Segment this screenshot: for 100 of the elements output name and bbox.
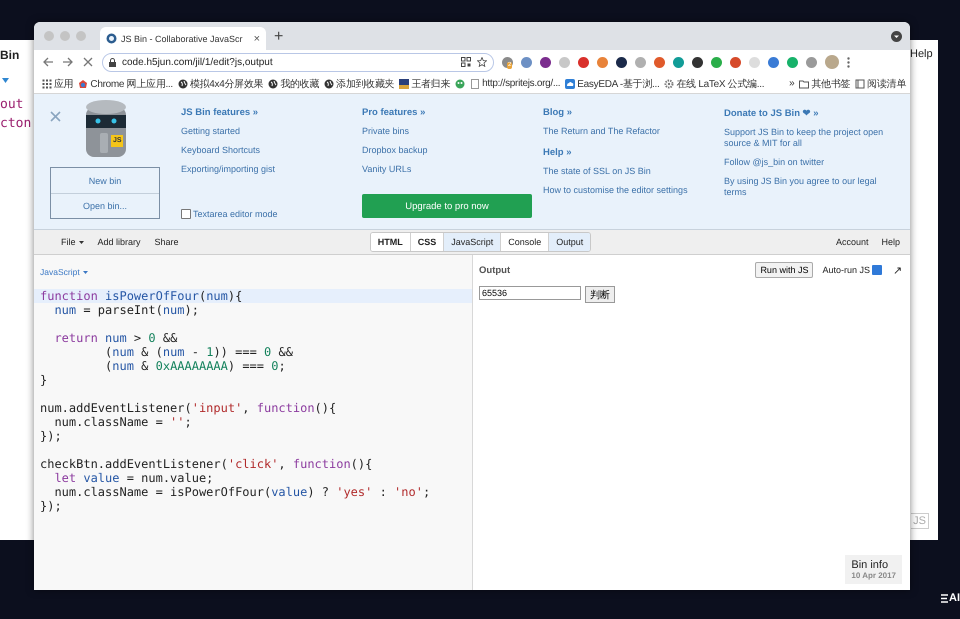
checkbox[interactable]: [181, 209, 191, 219]
close-icon[interactable]: [50, 111, 61, 122]
tab-close-button[interactable]: ×: [254, 32, 260, 44]
lock-icon: [109, 58, 116, 66]
bookmark-item[interactable]: 添加到收藏夹: [324, 76, 394, 90]
code-line: num.className = '';: [53, 415, 193, 429]
panel-link[interactable]: The state of SSL on JS Bin: [543, 166, 712, 177]
globe-icon: [324, 78, 334, 88]
panel-link[interactable]: Private bins: [362, 126, 531, 137]
toolbar-menu-item[interactable]: Add library: [98, 237, 141, 247]
code-line: (num & (num - 1)) === 0 &&: [104, 345, 294, 359]
bookmark-item[interactable]: 应用: [42, 76, 74, 90]
panel-link[interactable]: Vanity URLs: [362, 164, 531, 175]
bookmark-item[interactable]: http://spritejs.org/...: [470, 78, 560, 89]
checkbox[interactable]: [872, 265, 882, 275]
code-line: num = parseInt(num);: [53, 303, 200, 317]
section-heading[interactable]: Help »: [543, 147, 712, 158]
section-heading[interactable]: Pro features »: [362, 107, 531, 118]
monster-icon[interactable]: [455, 78, 466, 88]
panel-link[interactable]: How to customise the editor settings: [543, 185, 712, 196]
panel-link[interactable]: Follow @js_bin on twitter: [724, 157, 898, 168]
toolbar-link[interactable]: Help: [882, 237, 900, 247]
avatar-icon[interactable]: [825, 55, 839, 69]
bookmark-item[interactable]: 其他书签: [799, 76, 850, 90]
more-icon[interactable]: [847, 56, 850, 68]
input-field[interactable]: 65536: [479, 286, 581, 300]
code-line: }: [39, 373, 48, 387]
bookmark-item[interactable]: 阅读清单: [855, 76, 906, 90]
stop-icon[interactable]: [82, 56, 94, 68]
panel-tab[interactable]: CSS: [410, 233, 444, 251]
pane-title: Output: [479, 264, 512, 276]
code-line: out: [0, 97, 24, 112]
cloud-icon: [565, 78, 576, 88]
menu-item[interactable]: Help: [910, 48, 933, 60]
corner-label: AI: [949, 592, 960, 604]
window-title: Bin: [0, 48, 20, 62]
address-field[interactable]: code.h5jun.com/jil/1/edit?js,output: [102, 52, 494, 72]
bookmark-item[interactable]: Chrome 网上应用...: [78, 76, 173, 90]
code-line: });: [39, 499, 63, 513]
code-line: num.addEventListener('input', function(){: [39, 401, 338, 415]
forward-icon[interactable]: [62, 56, 74, 68]
panel-link[interactable]: Exporting/importing gist: [181, 164, 350, 175]
section-heading[interactable]: JS Bin features »: [181, 107, 350, 118]
gear-icon: [664, 78, 674, 88]
panel-tab[interactable]: Console: [501, 233, 550, 251]
panel-link[interactable]: By using JS Bin you agree to our legal terms: [724, 176, 898, 198]
panel-link[interactable]: Support JS Bin to keep the project open source & MIT for all: [724, 127, 898, 149]
code-line: checkBtn.addEventListener('click', function(){: [39, 457, 374, 471]
check-button[interactable]: 判断: [585, 286, 615, 303]
thumbnail-icon: [399, 78, 410, 88]
bookmark-item[interactable]: 王者归来: [399, 76, 450, 90]
caret-icon: [2, 78, 9, 83]
caret-icon: [82, 270, 88, 274]
popout-button[interactable]: ↗: [893, 264, 902, 276]
star-icon[interactable]: [477, 57, 487, 67]
code-line: let value = num.value;: [53, 471, 214, 485]
code-line: return num > 0 &&: [53, 331, 178, 345]
panel-tab[interactable]: HTML: [370, 233, 411, 251]
panel-link[interactable]: Dropbox backup: [362, 145, 531, 156]
run-button[interactable]: Run with JS: [755, 262, 814, 278]
code-line: });: [39, 429, 63, 443]
code-line: cton: [0, 116, 32, 131]
bookmark-item[interactable]: 在线 LaTeX 公式编...: [664, 76, 764, 90]
robot-logo-drawing: [86, 100, 126, 157]
store-icon: [78, 78, 88, 88]
toolbar-menu-item[interactable]: File: [61, 237, 84, 247]
bookmark-item[interactable]: 模拟4x4分屏效果: [178, 76, 264, 90]
panel-tab[interactable]: Output: [549, 233, 590, 251]
browser-tab[interactable]: JS Bin - Collaborative JavaScr ×: [100, 27, 266, 50]
language-dropdown[interactable]: JavaScript: [40, 267, 88, 277]
menu-icon: [941, 594, 948, 602]
extension-icon[interactable]: [616, 56, 627, 68]
globe-icon: [178, 78, 188, 88]
qr-code-icon[interactable]: [461, 57, 471, 67]
section-heading[interactable]: Blog »: [543, 107, 712, 118]
bin-info-card[interactable]: Bin info 10 Apr 2017: [845, 555, 902, 584]
bin-button[interactable]: New bin: [51, 168, 159, 193]
panel-link[interactable]: The Return and The Refactor: [543, 126, 712, 137]
bookmark-item[interactable]: EasyEDA -基于浏...: [565, 76, 660, 90]
section-heading[interactable]: Donate to JS Bin ❤ »: [724, 107, 898, 119]
checkbox-label: Textarea editor mode: [193, 209, 278, 219]
panel-link[interactable]: Keyboard Shortcuts: [181, 145, 350, 156]
reading-list-icon: [855, 78, 866, 88]
back-icon[interactable]: [42, 56, 54, 68]
panel-tab[interactable]: JavaScript: [444, 233, 502, 251]
bookmark-item[interactable]: 我的收藏: [268, 76, 320, 90]
globe-icon: [268, 78, 278, 88]
extension-icon[interactable]: [692, 56, 703, 68]
panel-link[interactable]: Getting started: [181, 126, 350, 137]
tab-title: JS Bin - Collaborative JavaScr: [121, 34, 244, 44]
extension-icon[interactable]: [540, 56, 551, 68]
new-tab-button[interactable]: +: [274, 28, 284, 46]
toolbar-link[interactable]: Account: [836, 237, 868, 247]
overflow-button[interactable]: »: [789, 78, 794, 89]
toolbar-menu-item[interactable]: Share: [154, 237, 179, 247]
code-line: num.className = isPowerOfFour(value) ? 'yes' : 'no';: [53, 485, 432, 499]
bin-button[interactable]: Open bin...: [51, 193, 159, 218]
code-line: (num & 0xAAAAAAAA) === 0;: [104, 359, 287, 373]
tab-search-icon[interactable]: [891, 31, 902, 42]
checkbox-label: Auto-run JS: [822, 265, 870, 275]
